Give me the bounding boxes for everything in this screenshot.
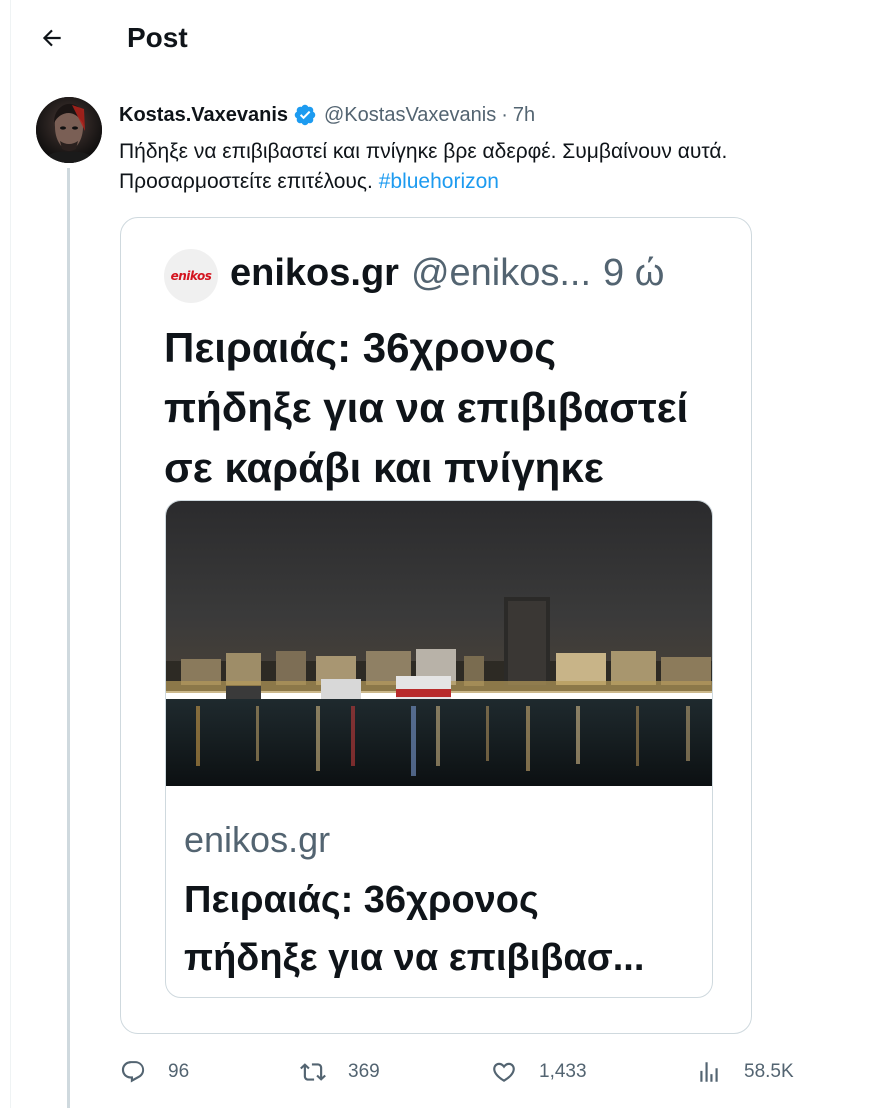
repost-count: 369	[348, 1061, 380, 1082]
tweet-author-row: Kostas.Vaxevanis @KostasVaxevanis · 7h	[119, 100, 535, 130]
link-title: Πειραιάς: 36χρονος πήδηξε για να επιβιβα…	[184, 871, 704, 987]
link-title-line: πήδηξε για να επιβιβασ...	[184, 937, 645, 979]
harbor-night-photo	[166, 501, 712, 786]
views-icon	[700, 1062, 718, 1082]
tweet-text-line-1: Πήδηξε να επιβιβαστεί και πνίγηκε βρε αδ…	[119, 140, 728, 163]
quoted-headline-line: σε καράβι και πνίγηκε	[164, 444, 604, 491]
reply-icon	[121, 1061, 145, 1083]
tweet-text-line-2-body: Προσαρμοστείτε επιτέλους.	[119, 170, 373, 193]
reply-button[interactable]: 96	[120, 1052, 189, 1092]
author-name[interactable]: Kostas.Vaxevanis	[119, 104, 288, 127]
thread-line	[67, 168, 70, 1108]
link-preview-card: enikos.gr Πειραιάς: 36χρονος πήδηξε για …	[165, 500, 713, 998]
link-domain: enikos.gr	[184, 819, 331, 860]
quoted-name: enikos.gr	[230, 251, 399, 294]
enikos-logo: enikos	[170, 269, 212, 283]
quoted-time: 9 ώ	[603, 251, 665, 294]
quoted-headline-line: Πειραιάς: 36χρονος	[164, 324, 557, 371]
reply-count: 96	[168, 1061, 190, 1082]
separator-dot: ·	[501, 103, 508, 126]
tweet-time[interactable]: 7h	[513, 104, 535, 127]
quoted-headline: Πειραιάς: 36χρονος πήδηξε για να επιβιβα…	[164, 318, 724, 498]
quoted-handle: @enikos...	[410, 251, 592, 294]
views-count: 58.5K	[744, 1061, 794, 1082]
left-divider	[10, 0, 11, 1108]
repost-button[interactable]: 369	[300, 1052, 380, 1092]
action-bar: 96 369 1,433 58.5K	[0, 1052, 883, 1092]
verified-badge-icon	[293, 103, 317, 127]
tweet-text-line-2: Προσαρμοστείτε επιτέλους. #bluehorizon	[119, 167, 859, 197]
avatar[interactable]	[36, 97, 102, 163]
repost-icon	[300, 1063, 326, 1081]
like-icon	[493, 1062, 515, 1082]
hashtag-link[interactable]: #bluehorizon	[379, 170, 499, 193]
quoted-avatar: enikos	[164, 249, 218, 303]
views-button[interactable]: 58.5K	[696, 1052, 794, 1092]
back-arrow-icon	[42, 29, 61, 47]
author-handle[interactable]: @KostasVaxevanis	[324, 104, 496, 127]
like-count: 1,433	[539, 1061, 587, 1082]
page-title: Post	[127, 22, 188, 53]
like-button[interactable]: 1,433	[491, 1052, 587, 1092]
link-title-line: Πειραιάς: 36χρονος	[184, 879, 539, 921]
quoted-headline-line: πήδηξε για να επιβιβαστεί	[164, 384, 689, 431]
avatar-image	[36, 97, 102, 163]
quoted-header: enikos.gr @enikos... 9 ώ	[230, 248, 664, 298]
post-header: Post	[0, 0, 883, 76]
back-button[interactable]	[34, 20, 70, 56]
tweet-text: Πήδηξε να επιβιβαστεί και πνίγηκε βρε αδ…	[119, 137, 859, 197]
